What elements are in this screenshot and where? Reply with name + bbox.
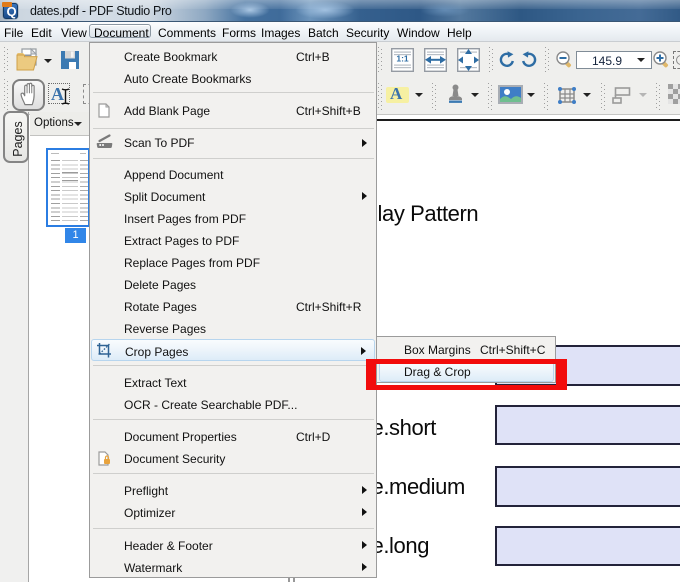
svg-text:1:1: 1:1 (396, 54, 409, 64)
